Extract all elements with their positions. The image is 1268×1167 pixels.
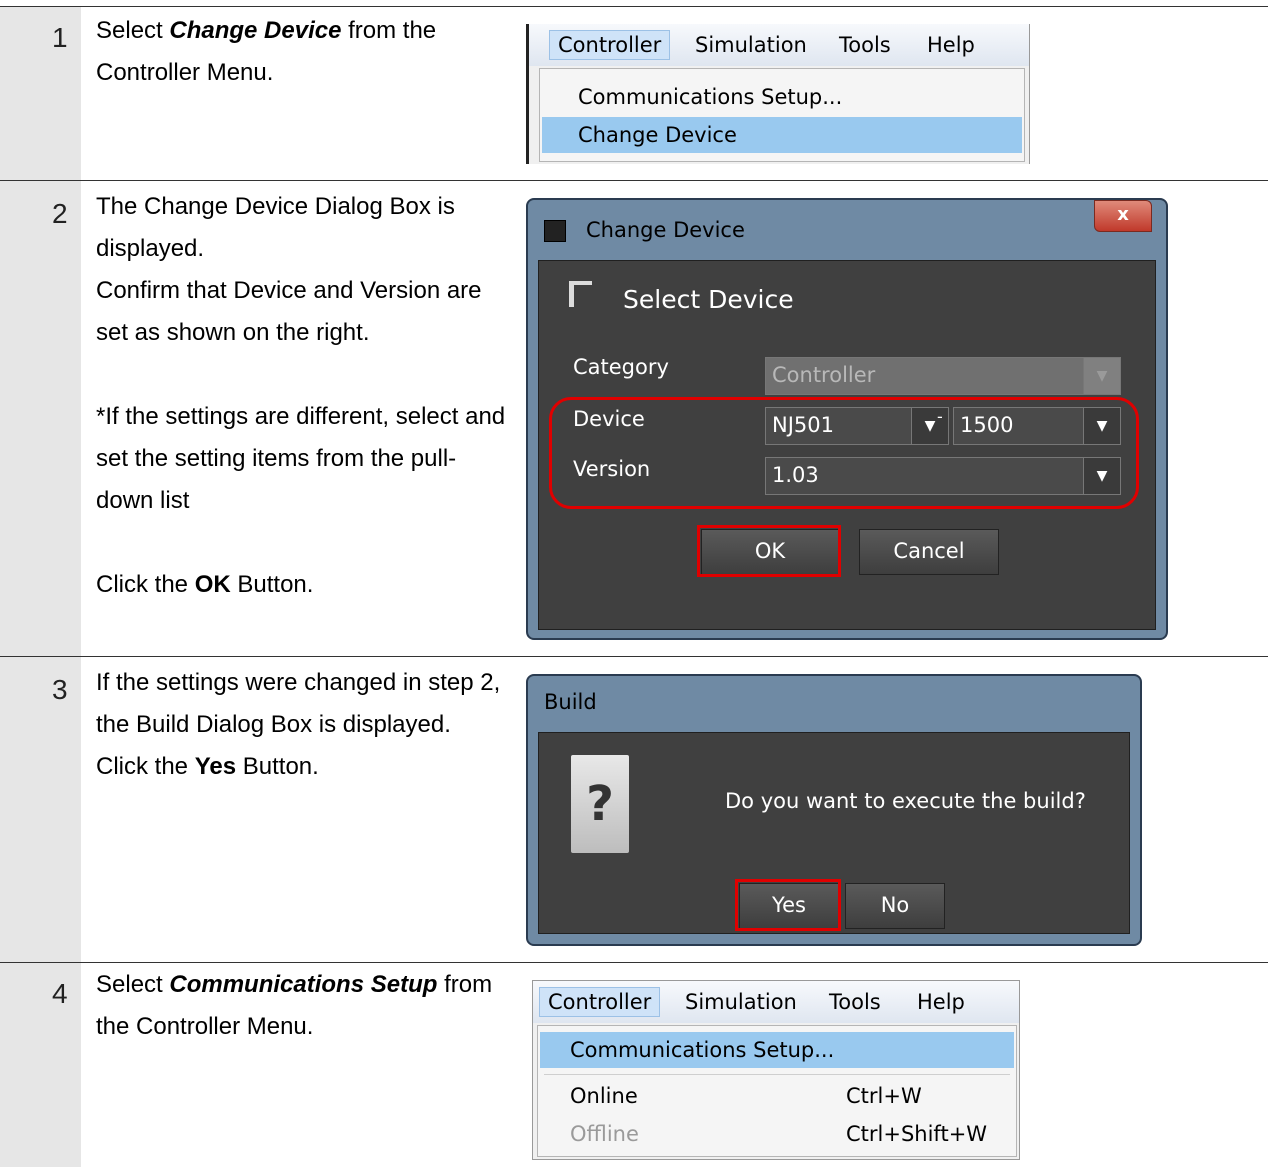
menu-item-name: Change Device: [169, 17, 342, 44]
step-number: 2: [52, 198, 68, 229]
controller-dropdown: Communications Setup... Online Ctrl+W Off…: [537, 1025, 1017, 1157]
step-number: 4: [52, 978, 68, 1009]
step-description: Select Change Device from the Controller…: [96, 17, 437, 86]
row-divider: [0, 962, 1268, 963]
step-number: 1: [52, 22, 68, 53]
menu-item-offline[interactable]: Offline Ctrl+Shift+W: [538, 1116, 1016, 1152]
menu-tools[interactable]: Tools: [839, 33, 891, 57]
menu-item-communications-setup[interactable]: Communications Setup...: [540, 1032, 1014, 1068]
menu-help[interactable]: Help: [927, 33, 975, 57]
menu-separator: [544, 1074, 1010, 1075]
controller-menu-screenshot: Controller Simulation Tools Help Communi…: [532, 980, 1020, 1160]
menu-bar: Controller Simulation Tools Help: [529, 24, 1029, 66]
menu-controller[interactable]: Controller: [539, 987, 661, 1017]
menu-help[interactable]: Help: [917, 990, 965, 1014]
menu-item-online[interactable]: Online Ctrl+W: [538, 1078, 1016, 1114]
menu-tools[interactable]: Tools: [829, 990, 881, 1014]
menu-simulation[interactable]: Simulation: [695, 33, 807, 57]
device-icon: [569, 281, 592, 307]
step-description: The Change Device Dialog Box is displaye…: [96, 193, 506, 598]
app-icon: [544, 220, 566, 242]
step-number: 3: [52, 674, 68, 705]
build-message: Do you want to execute the build?: [725, 789, 1086, 813]
dialog-body: ? Do you want to execute the build? Yes …: [538, 732, 1130, 934]
category-select: Controller ▼: [765, 357, 1121, 395]
chevron-down-icon: ▼: [1083, 358, 1120, 394]
menu-controller[interactable]: Controller: [549, 30, 671, 60]
close-button[interactable]: x: [1094, 200, 1152, 232]
row-divider: [0, 656, 1268, 657]
build-dialog: Build ? Do you want to execute the build…: [526, 674, 1142, 946]
controller-dropdown: Communications Setup... Change Device: [539, 68, 1025, 162]
dialog-title: Build: [544, 690, 597, 714]
menu-item-communications-setup[interactable]: Communications Setup...: [540, 79, 1024, 115]
highlight-yes: [735, 879, 841, 931]
cancel-button[interactable]: Cancel: [859, 529, 999, 575]
category-label: Category: [573, 355, 669, 379]
menu-simulation[interactable]: Simulation: [685, 990, 797, 1014]
controller-menu-screenshot: Controller Simulation Tools Help Communi…: [526, 24, 1030, 164]
highlight-device-version: [549, 397, 1139, 509]
no-button[interactable]: No: [845, 883, 945, 929]
menu-item-name: Communications Setup: [169, 971, 438, 998]
highlight-ok: [697, 525, 841, 577]
step-description: Select Communications Setup from the Con…: [96, 971, 493, 1040]
row-divider: [0, 180, 1268, 181]
menu-item-change-device[interactable]: Change Device: [542, 117, 1022, 153]
section-header: Select Device: [623, 285, 794, 314]
row-divider: [0, 6, 1268, 7]
menu-bar: Controller Simulation Tools Help: [533, 981, 1019, 1023]
change-device-dialog: Change Device x Select Device Category C…: [526, 198, 1168, 640]
dialog-title: Change Device: [586, 218, 745, 242]
question-icon: ?: [571, 755, 629, 853]
dialog-body: Select Device Category Controller ▼ Devic…: [538, 260, 1156, 630]
step-description: If the settings were changed in step 2, …: [96, 669, 501, 780]
